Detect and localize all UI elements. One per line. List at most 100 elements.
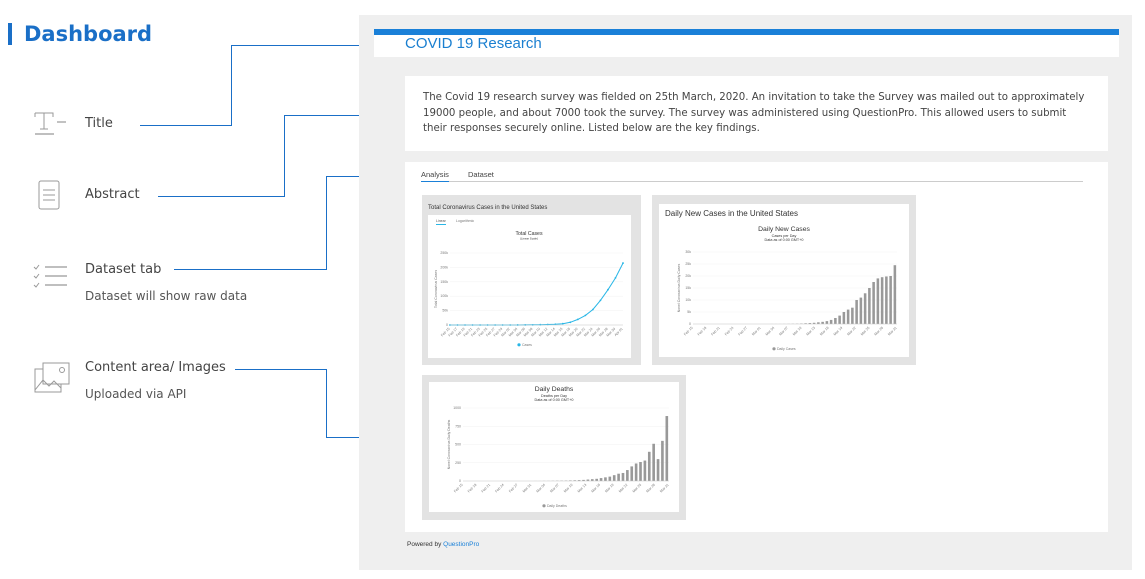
x-tick-label: Feb 27 (738, 326, 749, 337)
bar (834, 318, 837, 324)
bar (863, 293, 867, 324)
x-tick-label: Mar 04 (536, 483, 547, 494)
x-tick-label: Mar 25 (632, 483, 643, 494)
x-tick-label: Mar 25 (860, 326, 871, 337)
legend-label-title: Title (85, 116, 113, 131)
dashboard-frame: COVID 19 Research The Covid 19 research … (359, 15, 1132, 570)
tab-analysis[interactable]: Analysis (421, 170, 449, 182)
leader-dataset-v (326, 176, 327, 270)
chart-inner: Linear Logarithmic Total Cases (Linear Sc… (428, 215, 631, 358)
x-tick-label: Mar 19 (833, 326, 844, 337)
leader-title-v (231, 45, 232, 126)
bar (661, 440, 664, 481)
leader-dataset (174, 269, 326, 270)
x-tick-label: Feb 27 (508, 483, 519, 494)
y-tick-label: 25k (685, 262, 691, 266)
x-tick-label: Mar 28 (645, 483, 656, 494)
chart-note: Data as of 0:00 GMT+0 (535, 398, 574, 402)
chart-card-total-cases: Total Coronavirus Cases in the United St… (422, 195, 641, 365)
bar (590, 479, 594, 481)
bar (652, 443, 655, 481)
bar (821, 321, 824, 324)
dashboard-title: COVID 19 Research (405, 35, 542, 52)
bar (626, 470, 629, 481)
x-tick-label: Mar 07 (549, 483, 560, 494)
bar (859, 297, 863, 324)
series-line (450, 262, 624, 326)
x-tick-label: Mar 28 (874, 326, 885, 337)
legend-label-abstract: Abstract (85, 187, 140, 202)
chart-card-daily-cases: Daily New Cases in the United States Dai… (652, 195, 916, 365)
leader-content-v (326, 369, 327, 437)
x-tick-label: Mar 31 (887, 326, 898, 337)
chart-card-title: Total Coronavirus Cases in the United St… (428, 205, 548, 211)
x-tick-label: Feb 18 (467, 483, 478, 494)
questionpro-link[interactable]: QuestionPro (443, 541, 479, 548)
legend-heading: Dashboard (8, 22, 152, 46)
legend-label-dataset-tab: Dataset tab (85, 262, 162, 277)
bar (846, 309, 850, 324)
x-tick-label: Mar 13 (577, 483, 588, 494)
y-tick-label: 10k (685, 298, 691, 302)
bar (604, 477, 607, 481)
bar (817, 322, 820, 324)
chart-subtitle: Deaths per Day (541, 394, 567, 398)
x-tick-label: Mar 16 (819, 326, 830, 337)
y-axis-label: Novel Coronavirus Daily Cases (677, 264, 681, 313)
tab-bar: Analysis Dataset (421, 170, 1083, 182)
x-tick-label: Feb 18 (697, 326, 708, 337)
x-tick-label: Mar 16 (591, 483, 602, 494)
total-cases-chart: Total Cases(Linear Scale)050k100k150k200… (434, 231, 624, 347)
document-icon (38, 180, 60, 210)
bar (829, 319, 833, 324)
leader-content (235, 369, 326, 370)
x-tick-label: Feb 24 (724, 326, 735, 337)
chart-subtitle: (Linear Scale) (520, 236, 538, 240)
y-tick-label: 750 (455, 424, 461, 428)
image-icon (34, 362, 70, 393)
bar (617, 473, 620, 481)
x-tick-label: Feb 21 (710, 326, 721, 337)
bar (665, 416, 669, 481)
x-tick-label: Feb 21 (481, 483, 492, 494)
daily-deaths-chart: Daily Deaths Deaths per DayData as of 0:0… (447, 386, 670, 508)
legend-label: Daily Deaths (547, 504, 567, 508)
y-tick-label: 5k (687, 310, 691, 314)
chart-note: Data as of 0:00 GMT+0 (765, 238, 804, 242)
x-tick-label: Mar 22 (846, 326, 857, 337)
bar (825, 321, 829, 324)
y-axis-label: Novel Coronavirus Daily Deaths (447, 419, 451, 469)
bar (851, 307, 854, 324)
y-tick-label: 50k (442, 309, 448, 313)
bar (889, 276, 892, 324)
y-tick-label: 30k (685, 250, 691, 254)
x-tick-label: Feb 15 (453, 483, 464, 494)
page-heading: Dashboard (24, 22, 153, 46)
bar (872, 282, 875, 324)
bar (643, 460, 647, 481)
bar (595, 478, 598, 481)
bar (612, 475, 616, 481)
x-tick-label: Mar 22 (618, 483, 629, 494)
y-tick-label: 100k (440, 294, 448, 298)
x-tick-label: Mar 01 (522, 483, 533, 494)
leader-abstract (158, 196, 284, 197)
tab-dataset[interactable]: Dataset (468, 170, 494, 181)
abstract-card: The Covid 19 research survey was fielded… (405, 76, 1108, 151)
content-area: Analysis Dataset Total Coronavirus Cases… (405, 162, 1108, 532)
leader-title (140, 125, 231, 126)
subtab-log[interactable]: Logarithmic (456, 219, 474, 223)
bar (838, 315, 841, 324)
legend-marker (542, 504, 546, 508)
abstract-text: The Covid 19 research survey was fielded… (423, 92, 1085, 135)
bar (608, 476, 612, 481)
legend-marker (517, 343, 521, 347)
chart-inner: Daily Deaths Deaths per Day Data as of 0:0… (429, 382, 679, 512)
y-tick-label: 20k (685, 274, 691, 278)
bar (855, 300, 858, 324)
chart-inner: Daily New Cases in the United States Dai… (659, 204, 909, 357)
bar (639, 462, 642, 481)
x-tick-label: Mar 10 (792, 326, 803, 337)
chart-title: Daily New Cases (758, 226, 810, 233)
x-tick-label: Apr 01 (614, 327, 624, 337)
